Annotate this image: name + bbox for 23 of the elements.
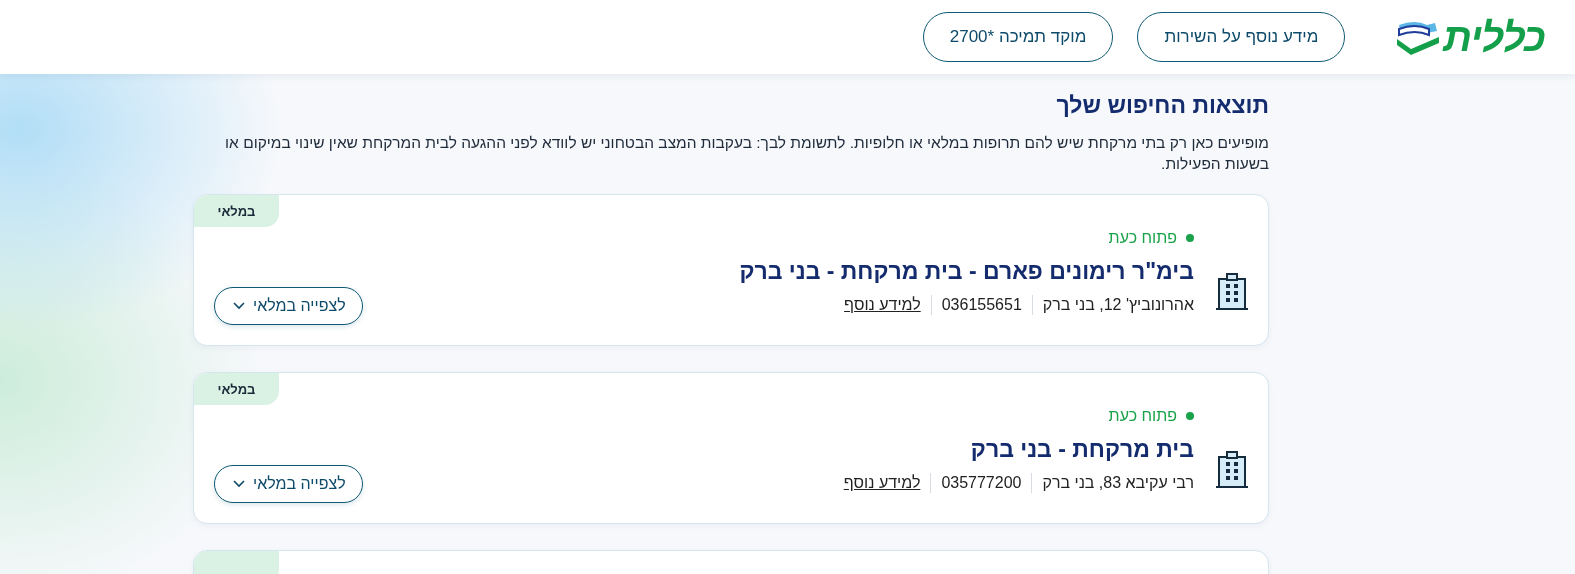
stock-badge: במלאי (194, 195, 279, 227)
header-button[interactable]: מידע נוסף על השירות (1137, 12, 1346, 62)
building-icon (1216, 273, 1248, 311)
open-status: פתוח כעת (362, 229, 1194, 247)
pharmacy-phone: 035777200 (941, 474, 1022, 492)
more-info-link[interactable]: למידע נוסף (843, 474, 921, 492)
pharmacy-name: בימ"ר רימונים פארם - בית מרקחת - בני ברק (738, 257, 1194, 285)
pharmacy-address: אהרונוביץ' 12, בני ברק (1042, 296, 1194, 314)
building-icon (1216, 451, 1248, 489)
results-note: מופיעים כאן רק בתי מרקחת שיש להם תרופות במלאי או חלופיות. לתשומת לבך: בעקבות המצב הבטחוני יש לוודא לפני ההגעה לבית המרקחת שאין שינוי במיקום או בשעות הפעילות. (224, 133, 1269, 174)
view-stock-button[interactable]: לצפייה במלאי (214, 465, 363, 503)
chevron-down-icon (233, 302, 245, 310)
chevron-down-icon (233, 480, 245, 488)
stock-badge: במלאי (194, 373, 279, 405)
header-button[interactable]: מוקד תמיכה *2700 (922, 12, 1114, 62)
view-stock-button[interactable]: לצפייה במלאי (214, 287, 363, 325)
open-status: פתוח כעת (362, 407, 1194, 425)
pharmacy-phone: 036155651 (941, 296, 1022, 314)
pharmacy-address: רבי עקיבא 83, בני ברק (1042, 474, 1194, 492)
results-title: תוצאות החיפוש שלך (1055, 91, 1269, 120)
more-info-link[interactable]: למידע נוסף (844, 296, 921, 314)
pharmacy-name: בית מרקחת - בני ברק (969, 435, 1194, 463)
logo-text: כללית (1443, 14, 1545, 60)
